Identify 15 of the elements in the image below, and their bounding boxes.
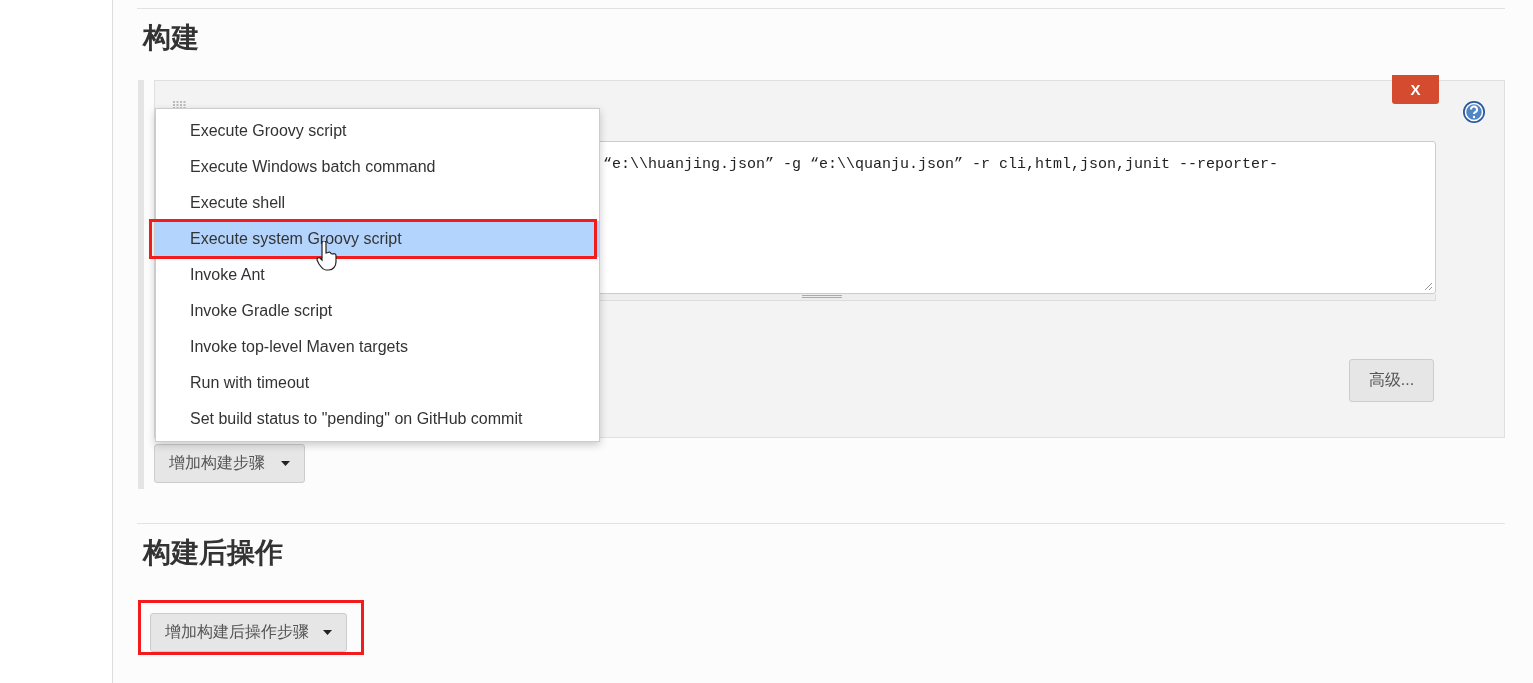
advanced-button[interactable]: 高级... (1349, 359, 1434, 402)
add-build-step-button[interactable]: 增加构建步骤 (154, 444, 305, 483)
menu-item[interactable]: Set build status to "pending" on GitHub commit (156, 401, 599, 437)
section-heading: 构建后操作 (143, 536, 284, 570)
menu-item[interactable]: Invoke Gradle script (156, 293, 599, 329)
caret-icon (281, 461, 290, 466)
section-heading: 构建 (143, 21, 200, 55)
menu-item[interactable]: Execute system Groovy script (156, 221, 599, 257)
resize-grip-icon[interactable] (1423, 281, 1433, 291)
help-icon[interactable] (1462, 100, 1486, 124)
menu-item[interactable]: Run with timeout (156, 365, 599, 401)
delete-button[interactable]: X (1392, 75, 1439, 104)
menu-item[interactable]: Invoke top-level Maven targets (156, 329, 599, 365)
add-post-build-step-button[interactable]: 增加构建后操作步骤 (150, 613, 347, 652)
caret-icon (323, 630, 332, 635)
